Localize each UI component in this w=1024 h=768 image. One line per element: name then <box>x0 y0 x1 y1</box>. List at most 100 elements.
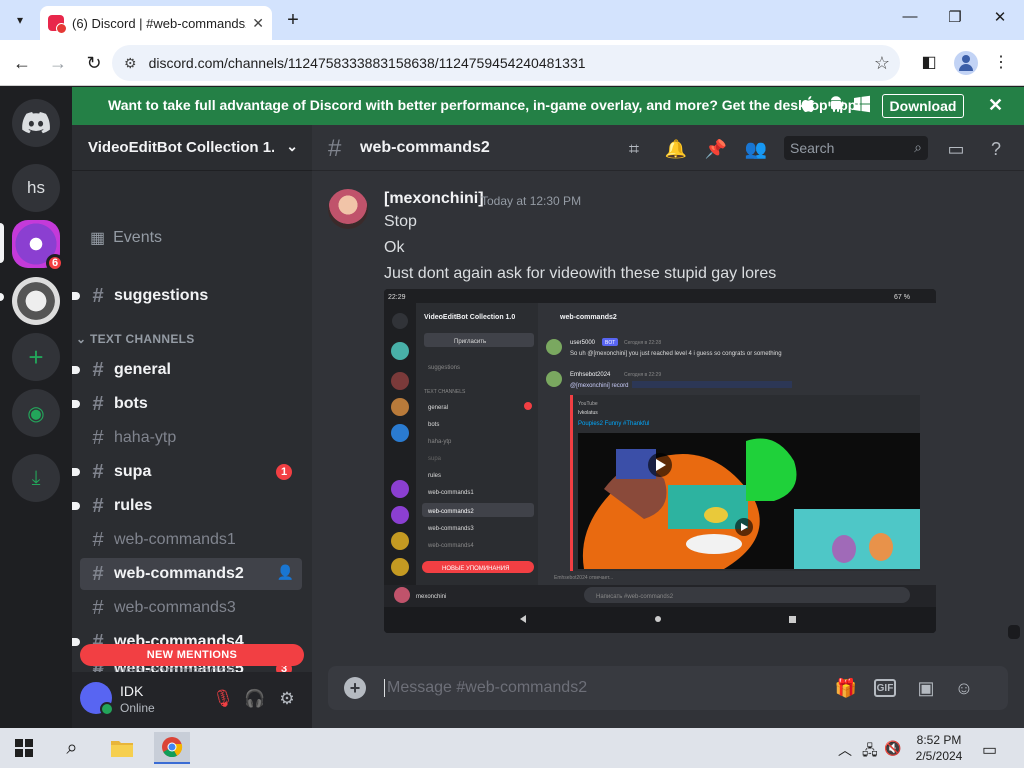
window-close-button[interactable]: ✕ <box>985 8 1015 26</box>
channel-haha-ytp[interactable]: # haha-ytp <box>80 422 302 454</box>
unread-indicator <box>72 400 80 408</box>
back-button[interactable]: ← <box>11 52 33 74</box>
unread-indicator <box>72 468 80 476</box>
file-explorer-icon[interactable] <box>104 732 140 764</box>
pinned-messages-icon[interactable]: 📌 <box>704 137 728 161</box>
chevron-down-icon: ⌄ <box>76 332 90 346</box>
site-info-icon[interactable]: ⚙ <box>124 55 137 72</box>
server-mention-badge: 6 <box>46 254 64 272</box>
channel-supa[interactable]: # supa 1 <box>72 456 302 488</box>
banner-text: Want to take full advantage of Discord w… <box>108 97 862 113</box>
channel-web-commands1[interactable]: # web-commands1 <box>80 524 302 556</box>
invite-member-icon[interactable]: 👤 <box>277 564 294 581</box>
windows-logo-icon <box>15 739 33 757</box>
bookmark-star-icon[interactable]: ☆ <box>874 53 890 74</box>
add-server-button[interactable]: + <box>12 333 60 381</box>
message-input[interactable]: Message #web-commands2 <box>384 679 587 697</box>
screenshot-category: TEXT CHANNELS <box>424 389 466 395</box>
attach-plus-icon[interactable]: + <box>344 677 366 699</box>
network-icon[interactable]: 🖧 <box>862 740 878 764</box>
address-bar[interactable]: ⚙ discord.com/channels/11247583338831586… <box>112 45 900 81</box>
tab-search-button[interactable]: ▾ <box>8 8 32 32</box>
tab-close-icon[interactable]: ✕ <box>252 15 264 32</box>
server-videoeditbot[interactable]: 6 <box>12 220 64 272</box>
category-text-channels[interactable]: ⌄ TEXT CHANNELS <box>76 332 195 346</box>
search-icon[interactable]: ⌕ <box>54 732 90 764</box>
show-hidden-icons-chevron-icon[interactable]: ︿ <box>838 740 852 760</box>
emoji-picker-icon[interactable]: ☺ <box>952 677 976 699</box>
active-server-pill <box>0 223 4 263</box>
mute-microphone-icon[interactable]: 🎙 <box>212 688 234 710</box>
clock-date: 2/5/2024 <box>915 749 963 763</box>
forward-button[interactable]: → <box>47 52 69 74</box>
channel-rules[interactable]: # rules <box>72 490 302 522</box>
headphones-icon[interactable]: 🎧 <box>244 688 266 710</box>
screenshot-msg1-tag: BOT <box>605 340 615 346</box>
volume-muted-icon[interactable]: 🔇 <box>884 740 901 757</box>
screenshot-channel: web-commands4 <box>427 543 474 549</box>
browser-tab-discord[interactable]: (6) Discord | #web-commands2 ✕ <box>40 6 272 40</box>
url-text: discord.com/channels/1124758333883158638… <box>148 55 586 71</box>
screenshot-channel: web-commands2 <box>427 509 474 515</box>
notifications-icon[interactable]: ▭ <box>982 740 997 760</box>
chat-scrollbar[interactable] <box>1008 625 1020 639</box>
explore-servers-compass-icon[interactable]: ◉ <box>12 389 60 437</box>
browser-menu-icon[interactable]: ⋮ <box>990 52 1012 72</box>
server-hs[interactable]: hs <box>12 164 60 212</box>
unread-indicator <box>72 502 80 510</box>
screenshot-msg1-text: So uh @[mexonchini] you just reached lev… <box>570 351 782 357</box>
discord-home-button[interactable] <box>12 99 60 147</box>
channel-general[interactable]: # general <box>72 354 302 386</box>
tab-title: (6) Discord | #web-commands2 <box>72 15 247 31</box>
search-icon: ⌕ <box>914 139 922 155</box>
text-channel-icon: # <box>92 528 104 551</box>
sticker-icon[interactable]: ▣ <box>914 677 938 699</box>
chrome-taskbar-icon[interactable] <box>154 732 190 764</box>
window-minimize-button[interactable]: — <box>895 8 925 25</box>
window-restore-button[interactable]: ❐ <box>940 8 970 26</box>
threads-icon[interactable]: ⌗ <box>622 137 646 161</box>
screenshot-channel: general <box>428 405 448 411</box>
screenshot-channel: web-commands3 <box>427 526 474 532</box>
message-author-avatar[interactable] <box>328 189 368 229</box>
server-sunglasses-avatar[interactable] <box>12 277 60 325</box>
screenshot-msg2-author: Emhsebot2024 <box>570 372 611 378</box>
channel-suggestions[interactable]: # suggestions <box>72 280 302 312</box>
message-timestamp: Today at 12:30 PM <box>481 194 582 208</box>
attached-screenshot-image[interactable]: 22:29 67 % VideoEditBot Collection 1.0 П… <box>384 289 936 633</box>
android-icon <box>828 96 844 112</box>
help-icon[interactable]: ? <box>984 137 1008 161</box>
search-input[interactable]: Search ⌕ <box>784 136 928 160</box>
chevron-down-icon: ⌄ <box>286 138 298 154</box>
guild-header[interactable]: VideoEditBot Collection 1.0 ⌄ <box>72 125 312 171</box>
download-button[interactable]: Download <box>882 94 964 118</box>
member-list-icon[interactable]: 👥 <box>744 137 768 161</box>
discord-app: hs 6 + ◉ ⤓ Want to take full advantage o… <box>0 87 1024 728</box>
user-status: Online <box>120 701 155 715</box>
events-item[interactable]: ▦ Events <box>90 228 162 248</box>
inbox-icon[interactable]: ▭ <box>944 137 968 161</box>
user-settings-gear-icon[interactable]: ⚙ <box>276 688 298 710</box>
chat-area: # web-commands2 ⌗ 🔔 📌 👥 Search ⌕ ▭ ? [me… <box>312 125 1024 728</box>
gift-icon[interactable]: 🎁 <box>834 677 858 699</box>
new-mentions-button[interactable]: NEW MENTIONS <box>80 644 304 666</box>
taskbar-clock[interactable]: 8:52 PM 2/5/2024 <box>904 732 974 764</box>
profile-avatar-icon[interactable] <box>954 51 978 75</box>
notification-bell-icon[interactable]: 🔔 <box>664 137 688 161</box>
message-author[interactable]: [mexonchini] <box>384 190 484 208</box>
start-button[interactable] <box>6 732 42 764</box>
user-avatar[interactable] <box>80 682 114 716</box>
text-channel-icon: # <box>92 562 104 585</box>
banner-close-icon[interactable]: ✕ <box>988 95 1003 116</box>
screenshot-composer: Написать #web-commands2 <box>596 594 674 600</box>
reload-button[interactable]: ↻ <box>83 52 105 74</box>
platform-icons <box>800 95 871 118</box>
channel-web-commands3[interactable]: # web-commands3 <box>80 592 302 624</box>
channel-web-commands2[interactable]: # web-commands2 👤 <box>80 558 302 590</box>
side-panel-icon[interactable]: ◧ <box>918 52 940 72</box>
channel-header: # web-commands2 ⌗ 🔔 📌 👥 Search ⌕ ▭ ? <box>312 125 1024 171</box>
channel-bots[interactable]: # bots <box>72 388 302 420</box>
gif-picker-icon[interactable]: GIF <box>874 679 896 697</box>
download-apps-icon[interactable]: ⤓ <box>12 454 60 502</box>
new-tab-button[interactable]: + <box>282 9 304 31</box>
